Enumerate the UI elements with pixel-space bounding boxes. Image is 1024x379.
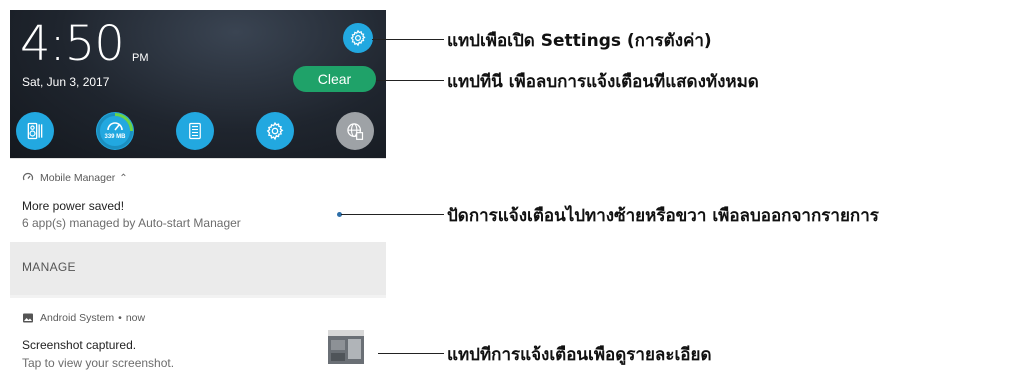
quick-settings-header: 4:50 PM Sat, Jun 3, 2017 Clear 339 MB xyxy=(10,10,386,158)
notification-shade: 4:50 PM Sat, Jun 3, 2017 Clear 339 MB Mo… xyxy=(10,10,386,379)
notification-actions: MANAGE xyxy=(10,242,386,295)
callout-clear: แทปทีนี เพือลบการแจ้งเตือนทีแสดงทังหมด xyxy=(447,72,759,92)
screenshot-thumbnail[interactable] xyxy=(328,330,364,364)
qs-calculator-button[interactable] xyxy=(176,112,214,150)
calculator-icon xyxy=(189,122,201,140)
clock-ampm: PM xyxy=(132,52,149,64)
gear-icon xyxy=(350,29,366,47)
callout-settings: แทปเพือเปิด Settings (การตังค่า) xyxy=(447,27,712,54)
callout-swipe: ปัดการแจ้งเตือนไปทางซ้ายหรือขวา เพือลบออ… xyxy=(447,206,879,226)
separator-dot: • xyxy=(118,312,122,324)
settings-gear-icon xyxy=(266,121,284,141)
memory-boost-icon xyxy=(97,113,133,149)
callout-line-clear xyxy=(376,80,444,81)
callout-settings-bold: Settings (การตังค่า) xyxy=(540,31,712,51)
manage-button[interactable]: MANAGE xyxy=(22,260,76,274)
notification-app-name: Mobile Manager xyxy=(40,172,116,184)
notification-mobile-manager[interactable]: Mobile Manager ⌃ More power saved! 6 app… xyxy=(10,158,386,243)
settings-button[interactable] xyxy=(343,23,373,53)
notification-title: Screenshot captured. xyxy=(22,338,137,352)
notification-time: now xyxy=(125,312,146,324)
callout-tap: แทปทีการแจ้งเตือนเพือดูรายละเอียด xyxy=(447,345,712,365)
callout-settings-prefix: แทปเพือเปิด xyxy=(447,31,541,51)
memory-label: 339 MB xyxy=(104,134,126,140)
notification-text: Tap to view your screenshot. xyxy=(22,356,175,370)
qs-network-button[interactable] xyxy=(336,112,374,150)
notification-app-name: Android System xyxy=(40,312,115,324)
clear-all-button[interactable]: Clear xyxy=(293,66,376,92)
qs-settings-button[interactable] xyxy=(256,112,294,150)
notification-text: 6 app(s) managed by Auto-start Manager xyxy=(22,216,241,230)
date-label: Sat, Jun 3, 2017 xyxy=(22,75,110,89)
callout-line-settings xyxy=(372,39,444,40)
clock-time: 4:50 xyxy=(20,16,125,72)
globe-network-icon xyxy=(347,123,364,140)
notification-app-row: Android System • now xyxy=(22,312,145,324)
sound-settings-icon xyxy=(27,122,43,140)
callout-line-tap xyxy=(378,353,444,354)
qs-sound-button[interactable] xyxy=(16,112,54,150)
notification-title: More power saved! xyxy=(22,199,125,213)
mobile-manager-icon xyxy=(22,172,34,181)
qs-memory-boost-button[interactable]: 339 MB xyxy=(96,112,134,150)
image-icon xyxy=(23,313,33,323)
notification-app-row: Mobile Manager ⌃ xyxy=(22,172,128,184)
callout-line-swipe xyxy=(341,214,444,215)
chevron-up-icon[interactable]: ⌃ xyxy=(119,173,127,184)
